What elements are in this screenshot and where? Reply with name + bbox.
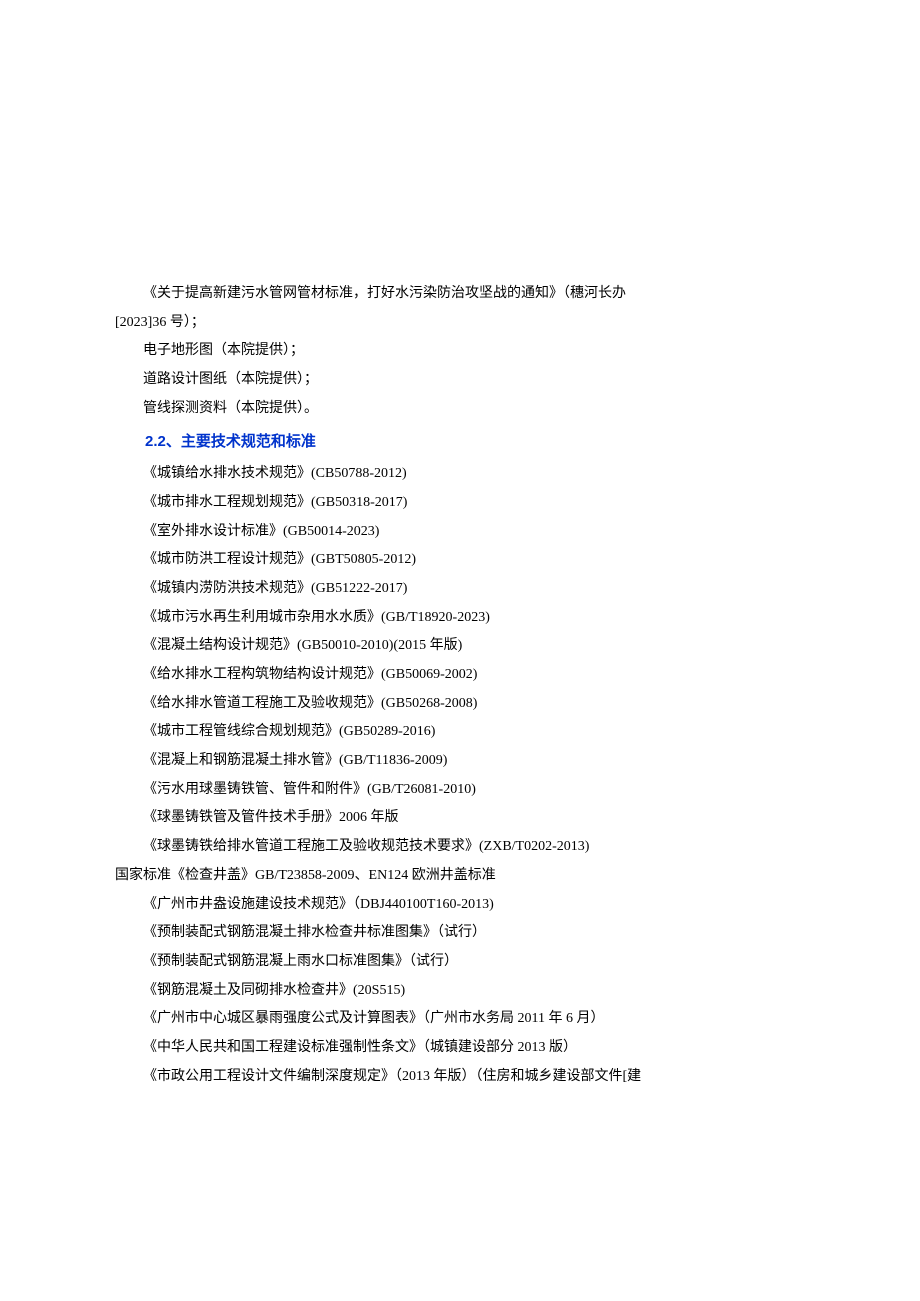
standard-item: 《室外排水设计标准》(GB50014-2023) <box>115 518 805 547</box>
national-standard-item: 国家标准《检查井盖》GB/T23858-2009、EN124 欧洲井盖标准 <box>115 862 805 891</box>
standard-item: 《混凝上和钢筋混凝土排水管》(GB/T11836-2009) <box>115 747 805 776</box>
standard-item: 《中华人民共和国工程建设标准强制性条文》（城镇建设部分 2013 版） <box>115 1034 805 1063</box>
standard-item: 《城市排水工程规划规范》(GB50318-2017) <box>115 489 805 518</box>
standard-item: 《球墨铸铁管及管件技术手册》2006 年版 <box>115 804 805 833</box>
section-heading-2-2: 2.2、主要技术规范和标准 <box>115 427 805 458</box>
intro-line-2: [2023]36 号）； <box>115 309 805 338</box>
standard-item: 《钢筋混凝土及同砌排水检查井》(20S515) <box>115 977 805 1006</box>
standard-item: 《城镇给水排水技术规范》(CB50788-2012) <box>115 460 805 489</box>
standard-item: 《球墨铸铁给排水管道工程施工及验收规范技术要求》(ZXB/T0202-2013) <box>115 833 805 862</box>
standard-item: 《城镇内涝防洪技术规范》(GB51222-2017) <box>115 575 805 604</box>
standard-item: 《污水用球墨铸铁管、管件和附件》(GB/T26081-2010) <box>115 776 805 805</box>
standard-item: 《混凝土结构设计规范》(GB50010-2010)(2015 年版) <box>115 632 805 661</box>
standard-item: 《给水排水工程构筑物结构设计规范》(GB50069-2002) <box>115 661 805 690</box>
standard-item: 《预制装配式钢筋混凝上雨水口标准图集》（试行） <box>115 948 805 977</box>
standard-item: 《广州市井盎设施建设技术规范》（DBJ440100T160-2013) <box>115 891 805 920</box>
standard-item: 《广州市中心城区暴雨强度公式及计算图表》（广州市水务局 2011 年 6 月） <box>115 1005 805 1034</box>
standard-item: 《城市防洪工程设计规范》(GBT50805-2012) <box>115 546 805 575</box>
intro-line-5: 管线探测资料（本院提供）。 <box>115 395 805 424</box>
intro-line-1: 《关于提高新建污水管网管材标准，打好水污染防治攻坚战的通知》（穗河长办 <box>115 280 805 309</box>
standard-item: 《预制装配式钢筋混凝土排水检查井标准图集》（试行） <box>115 919 805 948</box>
standard-item: 《市政公用工程设计文件编制深度规定》（2013 年版）（住房和城乡建设部文件[建 <box>115 1063 805 1092</box>
intro-line-3: 电子地形图（本院提供）； <box>115 337 805 366</box>
standard-item: 《给水排水管道工程施工及验收规范》(GB50268-2008) <box>115 690 805 719</box>
intro-line-4: 道路设计图纸（本院提供）； <box>115 366 805 395</box>
standard-item: 《城市工程管线综合规划规范》(GB50289-2016) <box>115 718 805 747</box>
document-page: 《关于提高新建污水管网管材标准，打好水污染防治攻坚战的通知》（穗河长办 [202… <box>115 280 805 1091</box>
standard-item: 《城市污水再生利用城市杂用水水质》(GB/T18920-2023) <box>115 604 805 633</box>
